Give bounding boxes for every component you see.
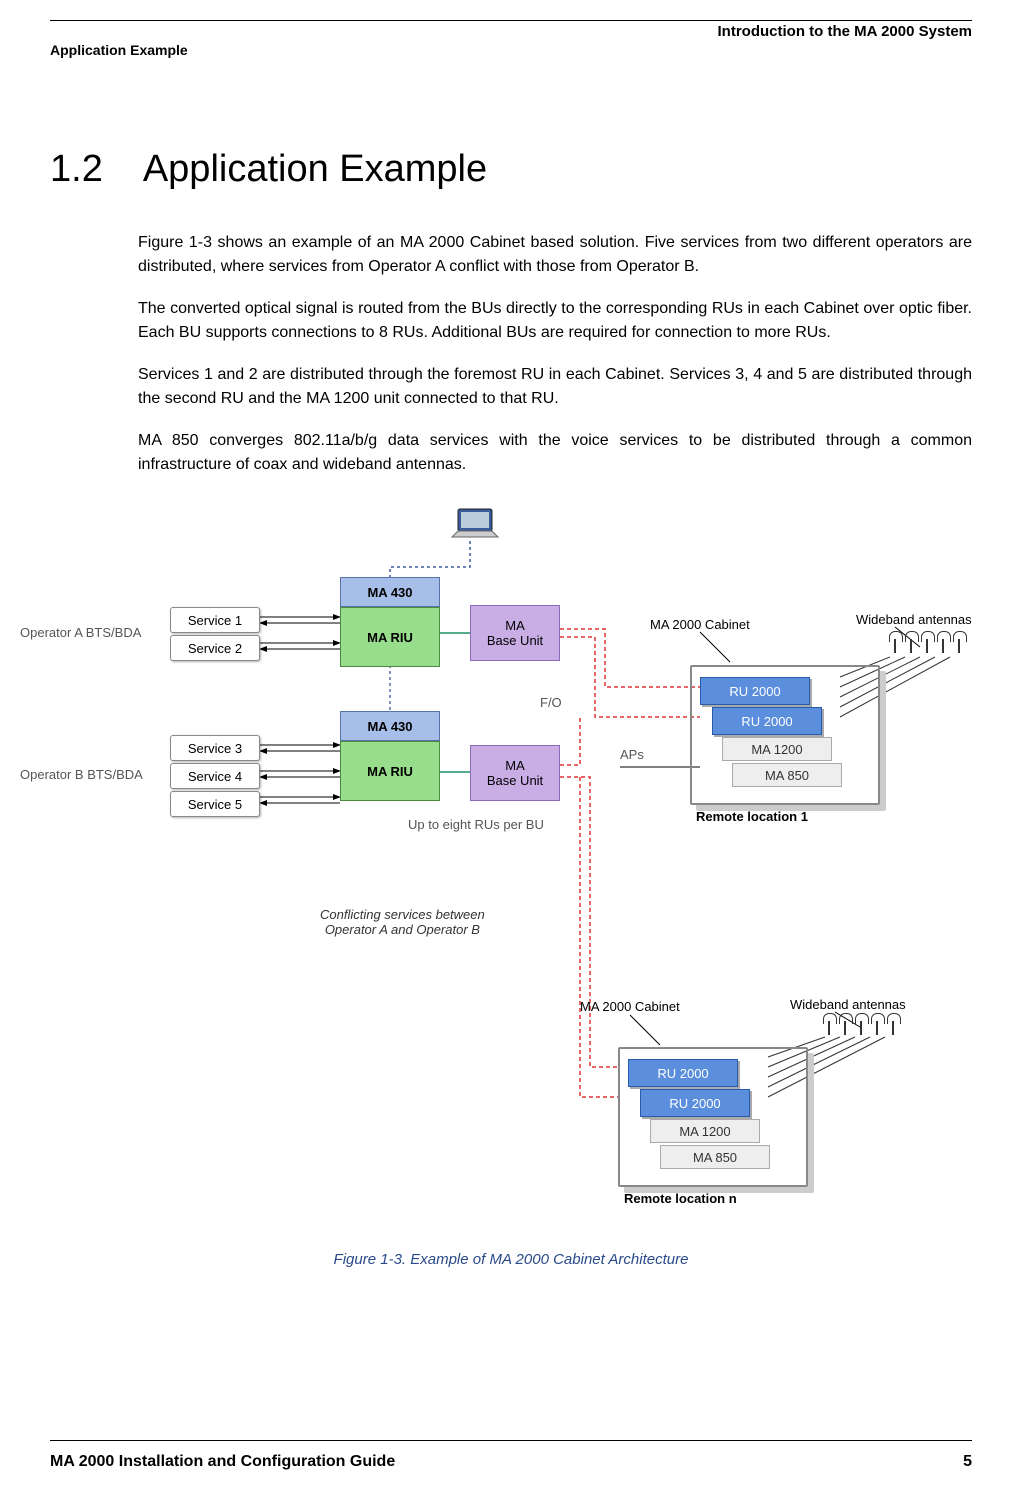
header-section: Application Example (50, 42, 972, 58)
diagram-canvas: Operator A BTS/BDA Operator B BTS/BDA Se… (50, 507, 980, 1237)
ru2000-nb: RU 2000 (640, 1089, 750, 1117)
section-title: Application Example (143, 148, 487, 191)
top-rule (50, 20, 972, 21)
remote-1-label: Remote location 1 (696, 809, 808, 824)
paragraph-1: Figure 1-3 shows an example of an MA 200… (138, 231, 972, 279)
header-chapter: Introduction to the MA 2000 System (718, 23, 972, 40)
ma850-n: MA 850 (660, 1145, 770, 1169)
cabinet-n-label: MA 2000 Cabinet (580, 999, 680, 1014)
base-unit-2-box: MA Base Unit (470, 745, 560, 801)
ru2000-1a: RU 2000 (700, 677, 810, 705)
service-4-box: Service 4 (170, 763, 260, 789)
paragraph-3: Services 1 and 2 are distributed through… (138, 363, 972, 411)
base-unit-1-box: MA Base Unit (470, 605, 560, 661)
wideband-1-label: Wideband antennas (856, 612, 972, 627)
operator-b-label: Operator B BTS/BDA (20, 767, 143, 782)
service-2-box: Service 2 (170, 635, 260, 661)
ma430-2-box: MA 430 (340, 711, 440, 741)
aps-label: APs (620, 747, 644, 762)
page-footer: MA 2000 Installation and Configuration G… (50, 1453, 972, 1471)
wideband-n-label: Wideband antennas (790, 997, 906, 1012)
bottom-rule (50, 1440, 972, 1441)
section-number: 1.2 (50, 148, 103, 191)
page-header: Introduction to the MA 2000 System (50, 23, 972, 40)
section-heading: 1.2 Application Example (50, 148, 972, 191)
remote-n-label: Remote location n (624, 1191, 737, 1206)
cabinet-1-label: MA 2000 Cabinet (650, 617, 750, 632)
ma-riu-1-box: MA RIU (340, 607, 440, 667)
service-3-box: Service 3 (170, 735, 260, 761)
antenna-group-n (822, 1021, 900, 1035)
ma1200-1: MA 1200 (722, 737, 832, 761)
ma1200-n: MA 1200 (650, 1119, 760, 1143)
ru2000-na: RU 2000 (628, 1059, 738, 1087)
figure-1-3: Operator A BTS/BDA Operator B BTS/BDA Se… (50, 507, 972, 1268)
figure-caption: Figure 1-3. Example of MA 2000 Cabinet A… (50, 1251, 972, 1268)
ru2000-1b: RU 2000 (712, 707, 822, 735)
service-5-box: Service 5 (170, 791, 260, 817)
ma430-1-box: MA 430 (340, 577, 440, 607)
fo-label: F/O (540, 695, 562, 710)
footer-title: MA 2000 Installation and Configuration G… (50, 1453, 395, 1471)
up-to-eight-label: Up to eight RUs per BU (408, 817, 544, 832)
footer-page: 5 (963, 1453, 972, 1471)
conflict-note: Conflicting services between Operator A … (320, 907, 485, 937)
operator-a-label: Operator A BTS/BDA (20, 625, 141, 640)
ma-riu-2-box: MA RIU (340, 741, 440, 801)
ma850-1: MA 850 (732, 763, 842, 787)
paragraph-2: The converted optical signal is routed f… (138, 297, 972, 345)
service-1-box: Service 1 (170, 607, 260, 633)
paragraph-4: MA 850 converges 802.11a/b/g data servic… (138, 429, 972, 477)
antenna-group-1 (888, 639, 966, 653)
